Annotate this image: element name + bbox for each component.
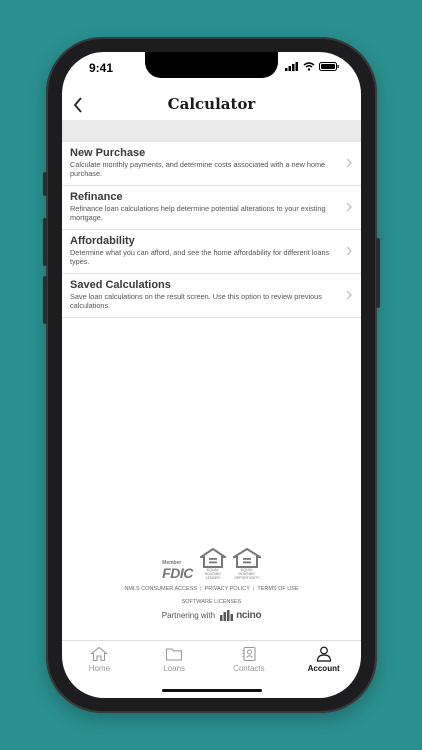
tab-account[interactable]: Account bbox=[286, 641, 361, 698]
list-item-title: Refinance bbox=[70, 191, 123, 203]
tab-label: Account bbox=[307, 664, 340, 673]
app-screen: 9:41 Calculator New Purchase Calculate m… bbox=[62, 52, 361, 698]
link-separator: | bbox=[252, 586, 255, 592]
list-item-description: Calculate monthly payments, and determin… bbox=[70, 160, 326, 178]
fdic-logo: Member FDIC bbox=[162, 560, 193, 580]
tab-home[interactable]: Home bbox=[62, 641, 137, 698]
home-icon bbox=[90, 646, 109, 662]
list-item-new-purchase[interactable]: New Purchase Calculate monthly payments,… bbox=[62, 142, 361, 186]
folder-icon bbox=[166, 648, 183, 661]
equal-housing-lender-logo: EQUAL HOUSING LENDER bbox=[199, 548, 227, 580]
equal-housing-house-icon bbox=[232, 548, 261, 568]
privacy-policy-link[interactable]: PRIVACY POLICY bbox=[205, 586, 250, 592]
chevron-right-icon bbox=[346, 246, 352, 256]
tab-label: Contacts bbox=[233, 664, 265, 673]
partner-row: Partnering with ncino bbox=[62, 610, 361, 621]
list-item-title: Saved Calculations bbox=[70, 279, 171, 291]
battery-icon bbox=[319, 62, 339, 71]
page-title: Calculator bbox=[167, 95, 256, 113]
list-item-description: Save loan calculations on the result scr… bbox=[70, 292, 322, 310]
partnering-label: Partnering with bbox=[161, 611, 216, 620]
chevron-right-icon bbox=[346, 290, 352, 300]
compliance-logos: Member FDIC EQUAL HOUSING LENDER EQUAL H… bbox=[62, 548, 361, 580]
equal-housing-house-icon bbox=[199, 548, 226, 568]
status-icons bbox=[285, 62, 339, 71]
footer-links: NMLS CONSUMER ACCESS | PRIVACY POLICY | … bbox=[62, 586, 361, 592]
fdic-wordmark: FDIC bbox=[162, 565, 193, 581]
ncino-logo: ncino bbox=[220, 610, 262, 621]
nav-header: Calculator bbox=[62, 90, 361, 120]
list-item-affordability[interactable]: Affordability Determine what you can aff… bbox=[62, 230, 361, 274]
home-indicator bbox=[162, 689, 262, 692]
list-item-description: Refinance loan calculations help determi… bbox=[70, 204, 326, 222]
list-item-title: New Purchase bbox=[70, 147, 146, 159]
wifi-icon bbox=[303, 62, 315, 71]
software-licenses-link[interactable]: SOFTWARE LICENSES bbox=[62, 599, 361, 605]
signal-icon bbox=[285, 62, 298, 71]
phone-power-button bbox=[376, 238, 380, 308]
ncino-bars-icon bbox=[220, 610, 234, 621]
notch bbox=[145, 52, 278, 78]
footer: Member FDIC EQUAL HOUSING LENDER EQUAL H… bbox=[62, 548, 361, 621]
person-icon bbox=[316, 646, 331, 662]
nmls-consumer-access-link[interactable]: NMLS CONSUMER ACCESS bbox=[124, 586, 197, 592]
equal-housing-opportunity-text: EQUAL HOUSING OPPORTUNITY bbox=[234, 568, 260, 580]
chevron-right-icon bbox=[346, 158, 352, 168]
ncino-wordmark: ncino bbox=[236, 610, 262, 621]
list-item-description: Determine what you can afford, and see t… bbox=[70, 248, 330, 266]
phone-side-button bbox=[43, 172, 47, 196]
equal-housing-lender-text: EQUAL HOUSING LENDER bbox=[204, 568, 221, 580]
terms-of-use-link[interactable]: TERMS OF USE bbox=[257, 586, 298, 592]
link-separator: | bbox=[200, 586, 202, 592]
phone-volume-up-button bbox=[43, 218, 47, 266]
tab-label: Loans bbox=[163, 664, 186, 673]
tab-label: Home bbox=[88, 664, 111, 673]
list-item-refinance[interactable]: Refinance Refinance loan calculations he… bbox=[62, 186, 361, 230]
list-item-saved-calculations[interactable]: Saved Calculations Save loan calculation… bbox=[62, 274, 361, 318]
calculator-options-list: New Purchase Calculate monthly payments,… bbox=[62, 142, 361, 318]
section-divider-band bbox=[62, 120, 361, 142]
equal-housing-opportunity-logo: EQUAL HOUSING OPPORTUNITY bbox=[232, 548, 261, 580]
contact-book-icon bbox=[242, 646, 256, 662]
status-time: 9:41 bbox=[89, 61, 114, 75]
list-item-title: Affordability bbox=[70, 235, 135, 247]
chevron-right-icon bbox=[346, 202, 352, 212]
phone-volume-down-button bbox=[43, 276, 47, 324]
